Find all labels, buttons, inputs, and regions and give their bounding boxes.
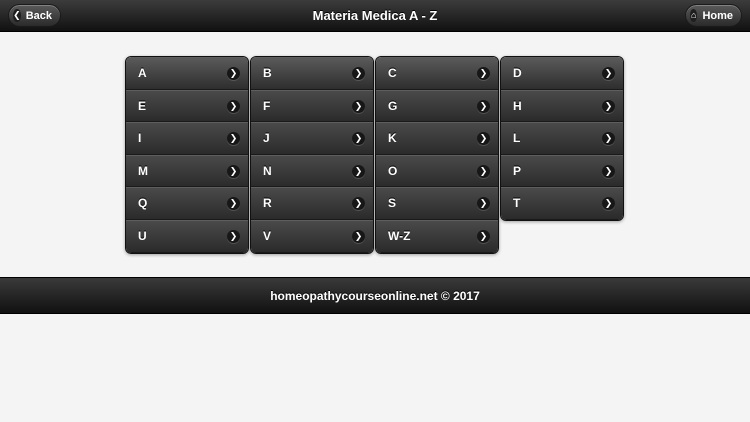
letter-item[interactable]: J ❯ <box>251 122 373 155</box>
chevron-right-icon: ❯ <box>352 132 365 146</box>
letter-label: P <box>513 163 522 178</box>
letter-item[interactable]: T ❯ <box>501 187 623 220</box>
letter-item[interactable]: O ❯ <box>376 154 498 188</box>
chevron-right-icon: ❯ <box>477 99 490 113</box>
letter-item[interactable]: E ❯ <box>126 89 248 123</box>
letter-item[interactable]: V ❯ <box>251 219 373 253</box>
letter-label: R <box>263 196 272 211</box>
chevron-right-icon: ❯ <box>602 132 615 146</box>
chevron-right-icon: ❯ <box>227 132 240 146</box>
letter-item[interactable]: Q ❯ <box>126 187 248 220</box>
letter-item[interactable]: A ❯ <box>126 57 248 90</box>
letter-label: M <box>138 163 148 178</box>
letter-item[interactable]: N ❯ <box>251 154 373 188</box>
letter-item[interactable]: F ❯ <box>251 89 373 123</box>
letter-item[interactable]: I ❯ <box>126 122 248 155</box>
chevron-right-icon: ❯ <box>352 164 365 178</box>
chevron-right-icon: ❯ <box>477 229 490 243</box>
letter-column: D ❯ H ❯ L ❯ P ❯ T ❯ <box>500 56 624 221</box>
chevron-right-icon: ❯ <box>477 132 490 146</box>
chevron-right-icon: ❯ <box>227 99 240 113</box>
chevron-right-icon: ❯ <box>227 229 240 243</box>
letter-item[interactable]: B ❯ <box>251 57 373 90</box>
letter-label: K <box>388 131 397 146</box>
chevron-right-icon: ❯ <box>477 197 490 211</box>
letter-label: T <box>513 196 521 211</box>
chevron-right-icon: ❯ <box>477 164 490 178</box>
letter-label: N <box>263 163 272 178</box>
header-bar: ❮ Back Materia Medica A - Z ⌂ Home <box>0 0 750 32</box>
letter-item[interactable]: D ❯ <box>501 57 623 90</box>
chevron-right-icon: ❯ <box>352 229 365 243</box>
page-title: Materia Medica A - Z <box>312 8 438 23</box>
letter-item[interactable]: P ❯ <box>501 154 623 188</box>
letter-column: C ❯ G ❯ K ❯ O ❯ S ❯ W-Z ❯ <box>375 56 499 254</box>
chevron-right-icon: ❯ <box>227 164 240 178</box>
footer-bar: homeopathycourseonline.net © 2017 <box>0 277 750 314</box>
letter-label: F <box>263 98 271 113</box>
footer-text: homeopathycourseonline.net © 2017 <box>270 289 480 303</box>
chevron-right-icon: ❯ <box>602 164 615 178</box>
letter-label: O <box>388 163 398 178</box>
letter-item[interactable]: M ❯ <box>126 154 248 188</box>
letter-label: G <box>388 98 398 113</box>
letter-label: H <box>513 98 522 113</box>
chevron-right-icon: ❯ <box>602 197 615 211</box>
letter-label: Q <box>138 196 148 211</box>
home-button[interactable]: ⌂ Home <box>685 4 742 27</box>
letter-label: U <box>138 228 147 243</box>
home-icon: ⌂ <box>690 9 698 22</box>
letter-item[interactable]: S ❯ <box>376 187 498 220</box>
letter-label: B <box>263 66 272 80</box>
home-label: Home <box>702 9 733 22</box>
letter-label: J <box>263 131 270 146</box>
letter-label: I <box>138 131 142 146</box>
chevron-right-icon: ❯ <box>352 99 365 113</box>
letter-label: S <box>388 196 397 211</box>
letter-item[interactable]: W-Z ❯ <box>376 219 498 253</box>
chevron-right-icon: ❯ <box>227 67 240 80</box>
letter-column: A ❯ E ❯ I ❯ M ❯ Q ❯ U ❯ <box>125 56 249 254</box>
letter-label: E <box>138 98 147 113</box>
chevron-right-icon: ❯ <box>477 67 490 80</box>
letter-item[interactable]: H ❯ <box>501 89 623 123</box>
letter-label: C <box>388 66 397 80</box>
letter-item[interactable]: L ❯ <box>501 122 623 155</box>
chevron-right-icon: ❯ <box>602 99 615 113</box>
chevron-right-icon: ❯ <box>602 67 615 80</box>
letter-label: A <box>138 66 147 80</box>
letter-item[interactable]: R ❯ <box>251 187 373 220</box>
letter-label: D <box>513 66 522 80</box>
letter-item[interactable]: C ❯ <box>376 57 498 90</box>
letter-label: W-Z <box>388 228 411 243</box>
letter-item[interactable]: G ❯ <box>376 89 498 123</box>
chevron-right-icon: ❯ <box>352 197 365 211</box>
letter-label: V <box>263 228 272 243</box>
chevron-right-icon: ❯ <box>227 197 240 211</box>
letter-item[interactable]: U ❯ <box>126 219 248 253</box>
chevron-right-icon: ❯ <box>352 67 365 80</box>
letter-item[interactable]: K ❯ <box>376 122 498 155</box>
letter-label: L <box>513 131 521 146</box>
letter-column: B ❯ F ❯ J ❯ N ❯ R ❯ V ❯ <box>250 56 374 254</box>
